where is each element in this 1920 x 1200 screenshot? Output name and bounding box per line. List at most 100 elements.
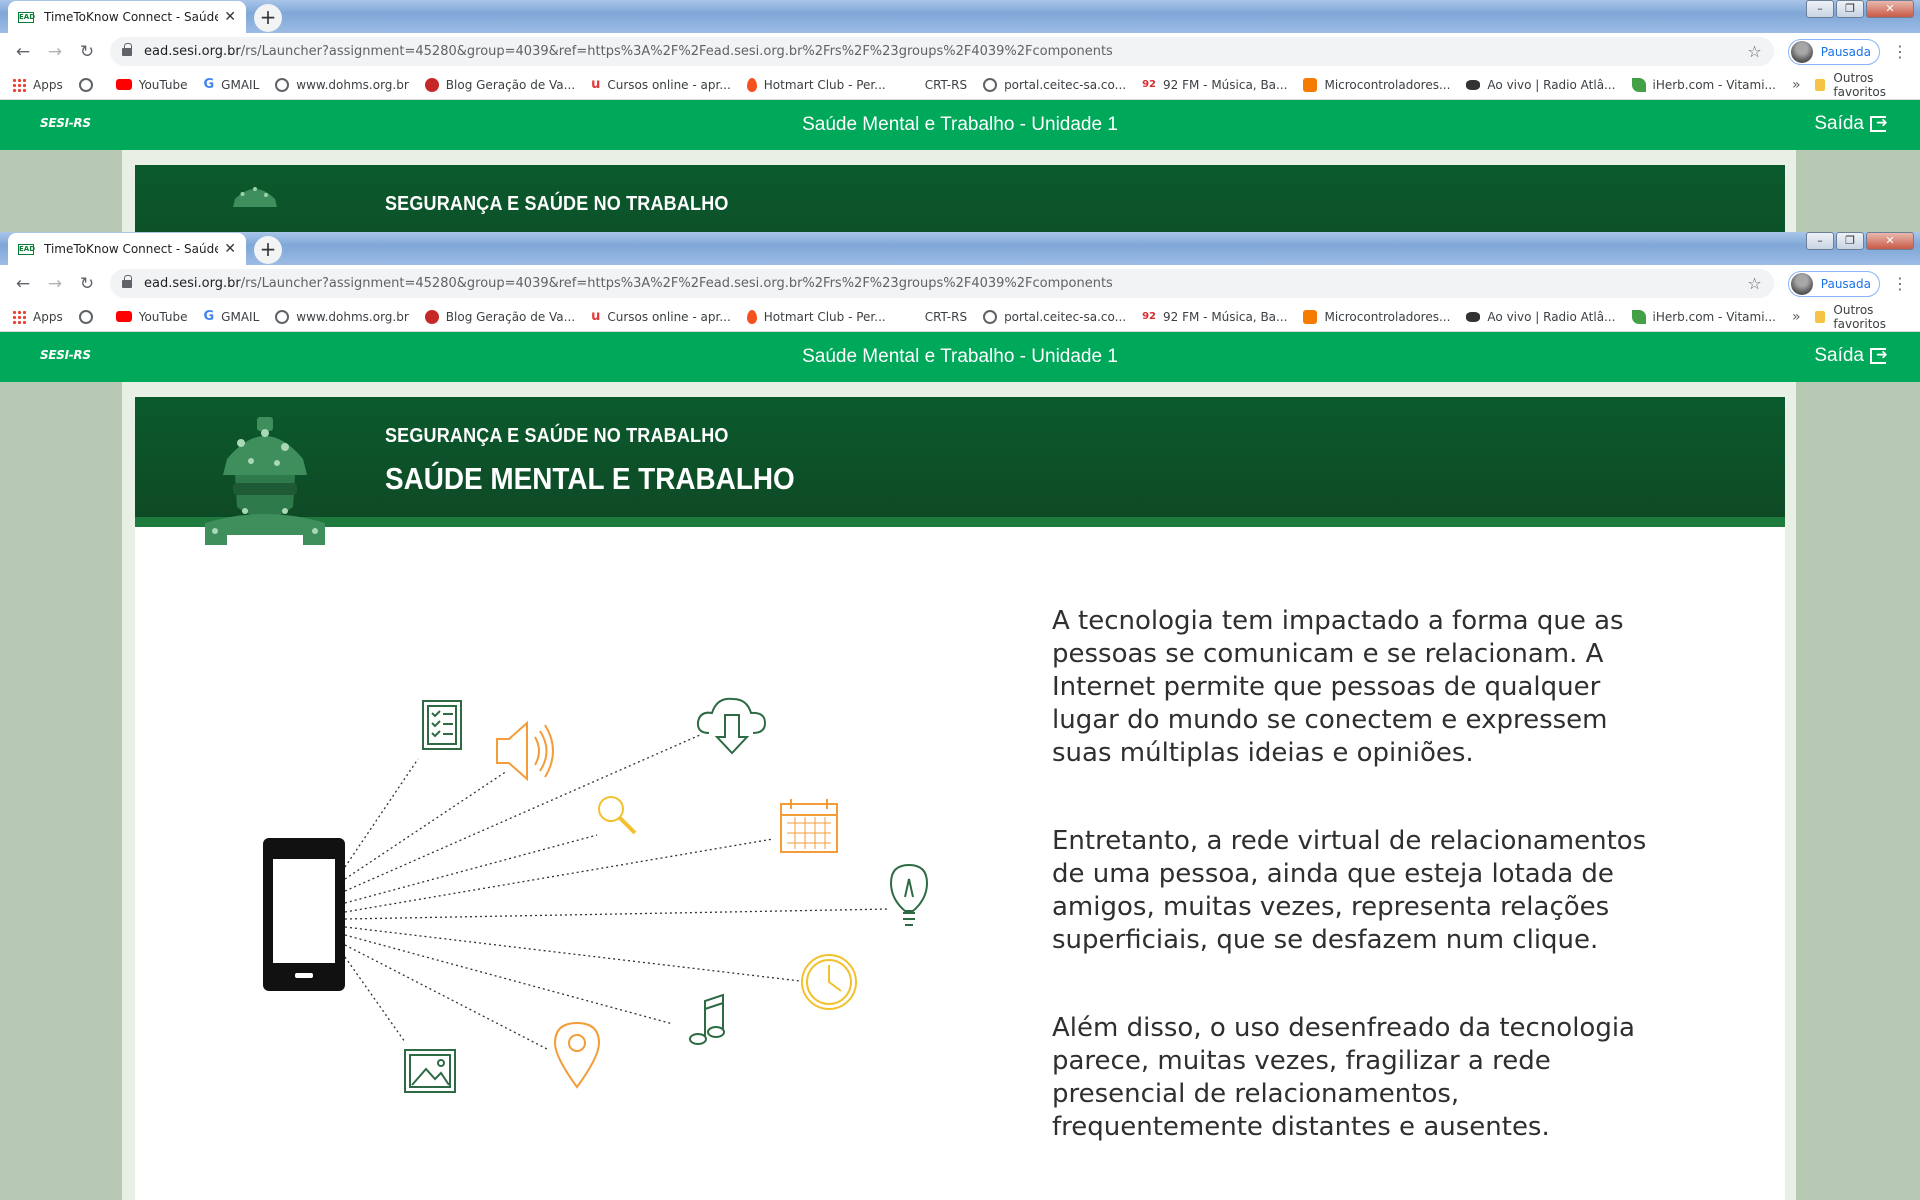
bookmark-label: portal.ceitec-sa.co...	[1004, 309, 1127, 324]
address-bar[interactable]: ead.sesi.org.br/rs/Launcher?assignment=4…	[110, 269, 1774, 298]
music-note-icon	[689, 993, 725, 1045]
bookmark-label: 92 FM - Música, Ba...	[1163, 77, 1288, 92]
blogger-icon	[1303, 77, 1318, 92]
sesi-logo: SESI-RS	[40, 348, 91, 362]
paragraph: Além disso, o uso desenfreado da tecnolo…	[1052, 1013, 1635, 1142]
close-tab-icon[interactable]: ✕	[224, 241, 236, 257]
ead-favicon-icon: EAD	[18, 11, 36, 23]
bookmark-item[interactable]: www.dohms.org.br	[275, 309, 409, 324]
leaf-icon	[1631, 309, 1646, 324]
blogger-icon	[1303, 309, 1318, 324]
bookmark-item[interactable]: 92 92 FM - Música, Ba...	[1142, 78, 1287, 92]
bookmark-item[interactable]: Apps	[12, 77, 63, 92]
maximize-button[interactable]: ❐	[1836, 232, 1864, 250]
bookmark-item[interactable]	[78, 77, 100, 92]
bookmark-item[interactable]: Apps	[12, 309, 63, 324]
reload-icon[interactable]: ↻	[74, 274, 100, 294]
browser-tab[interactable]: EAD TimeToKnow Connect - Saúde M ✕	[8, 233, 246, 265]
forward-arrow-icon[interactable]: →	[42, 274, 68, 294]
lesson-banner: SEGURANÇA E SAÚDE NO TRABALHO	[135, 165, 1785, 232]
minimize-button[interactable]: –	[1806, 0, 1834, 18]
bookmark-item[interactable]: Ao vivo | Radio Atlâ...	[1466, 77, 1616, 92]
new-tab-button[interactable]: +	[254, 236, 282, 264]
blank-icon	[902, 78, 918, 92]
radio-icon	[1466, 79, 1481, 90]
maximize-button[interactable]: ❐	[1836, 0, 1864, 18]
bookmarks-overflow-button[interactable]: »	[1792, 309, 1801, 325]
globe-icon	[983, 309, 998, 324]
google-icon: G	[203, 309, 215, 324]
app-header: SESI-RS Saúde Mental e Trabalho - Unidad…	[0, 100, 1920, 150]
bookmark-item[interactable]: u Cursos online - apr...	[591, 309, 731, 324]
menu-dots-icon[interactable]: ⋮	[1890, 42, 1910, 61]
bookmark-label: Ao vivo | Radio Atlâ...	[1487, 77, 1616, 92]
bookmark-label: CRT-RS	[924, 77, 968, 92]
bookmarks-overflow-button[interactable]: »	[1792, 77, 1801, 93]
bookmark-item[interactable]: Microcontroladores...	[1303, 77, 1450, 92]
checklist-icon	[422, 700, 462, 750]
browser-toolbar: ← → ↻ ead.sesi.org.br/rs/Launcher?assign…	[0, 33, 1920, 70]
bookmark-item[interactable]: CRT-RS	[902, 310, 967, 324]
other-bookmarks-folder[interactable]: Outros favoritos	[1814, 303, 1908, 331]
bookmark-label: 92 FM - Música, Ba...	[1163, 309, 1288, 324]
close-tab-icon[interactable]: ✕	[224, 9, 236, 25]
bookmark-item[interactable]: u Cursos online - apr...	[591, 77, 731, 92]
bookmark-item[interactable]: G GMAIL	[204, 309, 260, 324]
bookmark-label: YouTube	[138, 309, 188, 324]
bookmark-item[interactable]: G GMAIL	[204, 77, 260, 92]
bookmark-item[interactable]: Blog Geração de Va...	[424, 77, 575, 92]
bookmark-item[interactable]: Microcontroladores...	[1303, 309, 1450, 324]
bookmark-label: GMAIL	[221, 309, 260, 324]
bookmark-item[interactable]: portal.ceitec-sa.co...	[983, 309, 1127, 324]
bookmark-item[interactable]	[78, 309, 100, 324]
bookmark-item[interactable]: iHerb.com - Vitami...	[1631, 77, 1776, 92]
close-window-button[interactable]: ✕	[1866, 232, 1914, 250]
profile-button[interactable]: Pausada	[1787, 270, 1880, 297]
bookmarks-bar: Apps YouTube G GMAIL www.dohms.org.br Blog Ge…	[0, 70, 1920, 100]
new-tab-button[interactable]: +	[254, 4, 282, 32]
magnifier-icon	[598, 796, 637, 835]
reload-icon[interactable]: ↻	[74, 42, 100, 62]
minimize-button[interactable]: –	[1806, 232, 1834, 250]
globe-icon	[78, 77, 93, 92]
address-bar[interactable]: ead.sesi.org.br/rs/Launcher?assignment=4…	[110, 37, 1774, 66]
bookmarks-bar: Apps YouTube G GMAIL www.dohms.org.br Blog Ge…	[0, 302, 1920, 332]
lesson-text: A tecnologia tem impactado a forma que a…	[1052, 605, 1652, 1199]
app-title: Saúde Mental e Trabalho - Unidade 1	[802, 346, 1118, 367]
tab-strip: EAD TimeToKnow Connect - Saúde M ✕ + – ❐…	[0, 0, 1920, 33]
bookmark-label: iHerb.com - Vitami...	[1652, 309, 1777, 324]
folder-icon	[1814, 78, 1826, 91]
bookmark-star-icon[interactable]: ☆	[1747, 274, 1761, 293]
bookmark-item[interactable]: Hotmart Club - Per...	[746, 309, 886, 324]
other-bookmarks-folder[interactable]: Outros favoritos	[1814, 71, 1908, 99]
bookmark-item[interactable]: Ao vivo | Radio Atlâ...	[1466, 309, 1616, 324]
menu-dots-icon[interactable]: ⋮	[1890, 274, 1910, 293]
browser-tab[interactable]: EAD TimeToKnow Connect - Saúde M ✕	[8, 1, 246, 33]
exit-button[interactable]: Saída	[1814, 345, 1887, 367]
leaf-icon	[1631, 77, 1646, 92]
bookmark-item[interactable]: www.dohms.org.br	[275, 77, 409, 92]
bookmark-item[interactable]: Blog Geração de Va...	[424, 309, 575, 324]
exit-button[interactable]: Saída	[1814, 113, 1887, 135]
forward-arrow-icon[interactable]: →	[42, 42, 68, 62]
youtube-icon	[115, 79, 132, 90]
profile-button[interactable]: Pausada	[1787, 38, 1880, 65]
close-window-button[interactable]: ✕	[1866, 0, 1914, 18]
bookmark-item[interactable]: 92 92 FM - Música, Ba...	[1142, 310, 1287, 324]
bookmark-item[interactable]: YouTube	[115, 78, 188, 92]
bookmark-label: Hotmart Club - Per...	[763, 77, 886, 92]
technology-network-illustration	[263, 697, 929, 1093]
bookmark-item[interactable]: Hotmart Club - Per...	[746, 77, 886, 92]
location-pin-icon	[553, 1021, 601, 1089]
image-icon	[404, 1049, 456, 1093]
bookmark-star-icon[interactable]: ☆	[1747, 42, 1761, 61]
bookmark-item[interactable]: portal.ceitec-sa.co...	[983, 77, 1126, 92]
bookmark-item[interactable]: CRT-RS	[902, 78, 967, 92]
back-arrow-icon[interactable]: ←	[10, 274, 36, 294]
lock-icon	[122, 42, 132, 56]
bookmark-label: Ao vivo | Radio Atlâ...	[1487, 309, 1616, 324]
back-arrow-icon[interactable]: ←	[10, 42, 36, 62]
bookmark-item[interactable]: YouTube	[115, 309, 188, 324]
bookmark-label: Cursos online - apr...	[607, 77, 731, 92]
bookmark-item[interactable]: iHerb.com - Vitami...	[1631, 309, 1777, 324]
